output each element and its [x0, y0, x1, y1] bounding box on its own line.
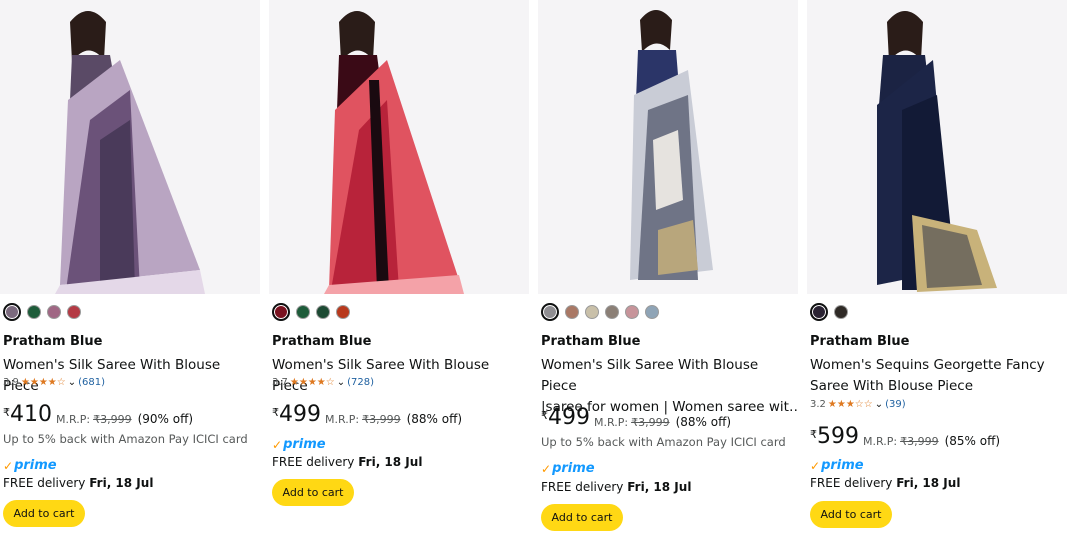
price: 499 [279, 402, 321, 427]
color-swatch[interactable] [541, 303, 559, 321]
mrp-value: ₹3,999 [900, 435, 939, 448]
rating-count[interactable]: (39) [885, 399, 906, 410]
add-to-cart-button[interactable]: Add to cart [810, 501, 892, 528]
color-swatch[interactable] [316, 305, 330, 319]
rating-value: 3.9 [3, 377, 19, 388]
rating-row[interactable]: 3.9 ★★★★☆ ⌄ (681) [3, 377, 105, 388]
mrp-label: M.R.P: [863, 435, 898, 448]
mrp-value: ₹3,999 [362, 413, 401, 426]
brand-name: Pratham Blue [272, 334, 372, 349]
prime-badge: ✓ prime [3, 458, 57, 473]
brand-name: Pratham Blue [810, 334, 910, 349]
price: 410 [10, 402, 52, 427]
star-icon: ★★★☆☆ [827, 399, 873, 410]
delivery-info: FREE delivery Fri, 18 Jul [272, 455, 423, 469]
star-icon: ★★★★☆ [20, 377, 66, 388]
chevron-down-icon[interactable]: ⌄ [68, 377, 76, 388]
discount: (85% off) [944, 434, 1001, 448]
prime-check-icon: ✓ [272, 437, 283, 452]
delivery-info: FREE delivery Fri, 18 Jul [541, 480, 692, 494]
product-image[interactable] [807, 0, 1067, 294]
rating-count[interactable]: (728) [347, 377, 374, 388]
currency-symbol: ₹ [3, 406, 10, 419]
rating-row[interactable]: 3.7 ★★★★☆ ⌄ (728) [272, 377, 374, 388]
mrp-label: M.R.P: [594, 416, 629, 429]
cashback-offer: Up to 5% back with Amazon Pay ICICI card [541, 435, 786, 449]
rating-count[interactable]: (681) [78, 377, 105, 388]
delivery-info: FREE delivery Fri, 18 Jul [3, 476, 154, 490]
mrp-label: M.R.P: [325, 413, 360, 426]
prime-check-icon: ✓ [3, 458, 14, 473]
color-swatches [541, 303, 659, 321]
saree-model-image [269, 0, 529, 294]
add-to-cart-button[interactable]: Add to cart [541, 504, 623, 531]
chevron-down-icon[interactable]: ⌄ [337, 377, 345, 388]
prime-badge: ✓ prime [272, 437, 326, 452]
product-image[interactable] [269, 0, 529, 294]
color-swatch[interactable] [3, 303, 21, 321]
discount: (88% off) [675, 415, 732, 429]
price-row: ₹ 599 M.R.P: ₹3,999 (85% off) [810, 424, 1001, 449]
product-card[interactable]: Pratham Blue Women's Silk Saree With Blo… [269, 0, 533, 544]
product-title[interactable]: Women's Silk Saree With Blouse Piece [3, 355, 259, 397]
star-icon: ★★★★☆ [289, 377, 335, 388]
brand-name: Pratham Blue [541, 334, 641, 349]
product-grid: Pratham Blue Women's Silk Saree With Blo… [0, 0, 1067, 544]
color-swatch[interactable] [565, 305, 579, 319]
prime-badge: ✓ prime [541, 461, 595, 476]
prime-badge: ✓ prime [810, 458, 864, 473]
saree-model-image [807, 0, 1067, 294]
add-to-cart-button[interactable]: Add to cart [272, 479, 354, 506]
color-swatch[interactable] [625, 305, 639, 319]
product-title[interactable]: Women's Sequins Georgette Fancy Saree Wi… [810, 355, 1066, 397]
color-swatch[interactable] [272, 303, 290, 321]
color-swatch[interactable] [296, 305, 310, 319]
price-row: ₹ 499 M.R.P: ₹3,999 (88% off) [541, 405, 732, 430]
price: 499 [548, 405, 590, 430]
prime-check-icon: ✓ [810, 458, 821, 473]
delivery-info: FREE delivery Fri, 18 Jul [810, 476, 961, 490]
price: 599 [817, 424, 859, 449]
currency-symbol: ₹ [810, 428, 817, 441]
color-swatch[interactable] [645, 305, 659, 319]
rating-value: 3.2 [810, 399, 826, 410]
price-row: ₹ 499 M.R.P: ₹3,999 (88% off) [272, 402, 463, 427]
product-image[interactable] [0, 0, 260, 294]
color-swatch[interactable] [810, 303, 828, 321]
currency-symbol: ₹ [272, 406, 279, 419]
color-swatch[interactable] [834, 305, 848, 319]
product-card[interactable]: Pratham Blue Women's Sequins Georgette F… [807, 0, 1067, 544]
color-swatch[interactable] [47, 305, 61, 319]
price-row: ₹ 410 M.R.P: ₹3,999 (90% off) [3, 402, 194, 427]
color-swatch[interactable] [585, 305, 599, 319]
discount: (90% off) [137, 412, 194, 426]
color-swatch[interactable] [605, 305, 619, 319]
saree-model-image [0, 0, 260, 294]
currency-symbol: ₹ [541, 409, 548, 422]
brand-name: Pratham Blue [3, 334, 103, 349]
saree-model-image [538, 0, 798, 294]
mrp-value: ₹3,999 [93, 413, 132, 426]
rating-row[interactable]: 3.2 ★★★☆☆ ⌄ (39) [810, 399, 906, 410]
color-swatch[interactable] [67, 305, 81, 319]
add-to-cart-button[interactable]: Add to cart [3, 500, 85, 527]
mrp-value: ₹3,999 [631, 416, 670, 429]
chevron-down-icon[interactable]: ⌄ [875, 399, 883, 410]
product-card[interactable]: Pratham Blue Women's Silk Saree With Blo… [538, 0, 802, 544]
prime-check-icon: ✓ [541, 461, 552, 476]
rating-value: 3.7 [272, 377, 288, 388]
product-card[interactable]: Pratham Blue Women's Silk Saree With Blo… [0, 0, 264, 544]
cashback-offer: Up to 5% back with Amazon Pay ICICI card [3, 432, 248, 446]
discount: (88% off) [406, 412, 463, 426]
color-swatches [272, 303, 350, 321]
product-title[interactable]: Women's Silk Saree With Blouse Piece [272, 355, 528, 397]
color-swatches [3, 303, 81, 321]
mrp-label: M.R.P: [56, 413, 91, 426]
color-swatch[interactable] [27, 305, 41, 319]
color-swatch[interactable] [336, 305, 350, 319]
color-swatches [810, 303, 848, 321]
product-image[interactable] [538, 0, 798, 294]
